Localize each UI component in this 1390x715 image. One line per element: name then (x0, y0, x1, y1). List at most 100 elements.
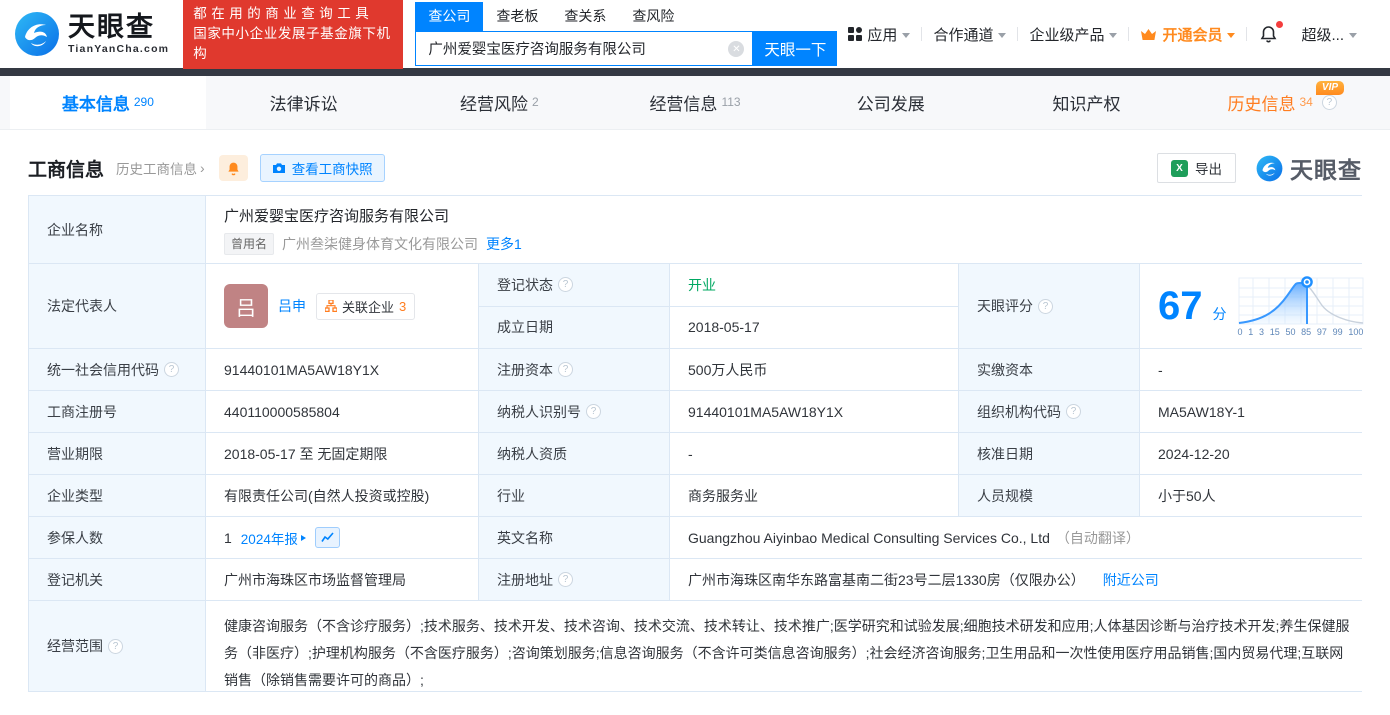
uscc-label: 统一社会信用代码 (29, 349, 205, 390)
search-tab-risk[interactable]: 查风险 (619, 2, 687, 31)
export-button[interactable]: 导出 (1157, 153, 1236, 183)
auto-translate-note: （自动翻译） (1055, 529, 1140, 546)
search-type-tabs: 查公司 查老板 查关系 查风险 (415, 2, 837, 31)
tab-business-info[interactable]: 经营信息 113 (597, 76, 793, 129)
business-snapshot-button[interactable]: 查看工商快照 (259, 154, 385, 182)
nearby-companies-link[interactable]: 附近公司 (1103, 570, 1159, 590)
slogan-line1: 都在用的商业查询工具 (193, 6, 374, 21)
help-icon[interactable] (558, 362, 573, 377)
company-name-label: 企业名称 (29, 196, 205, 263)
nav-cooperation[interactable]: 合作通道 (922, 24, 1017, 45)
company-type-value: 有限责任公司(自然人投资或控股) (206, 475, 478, 516)
tab-count: 290 (133, 94, 154, 109)
bell-icon (1261, 25, 1277, 42)
company-name-cell: 广州爱婴宝医疗咨询服务有限公司 曾用名 广州叁柒健身体育文化有限公司 更多1 (206, 196, 1371, 263)
notification-dot (1276, 20, 1284, 28)
tab-business-risk[interactable]: 经营风险 2 (401, 76, 597, 129)
annual-report-link[interactable]: 2024年报 (241, 528, 306, 548)
former-name-tag: 曾用名 (224, 232, 275, 255)
tab-legal-proceedings[interactable]: 法律诉讼 (206, 76, 402, 129)
nav-open-membership[interactable]: 开通会员 (1129, 24, 1246, 45)
help-icon[interactable] (1038, 298, 1053, 314)
address-value: 广州市海珠区南华东路富基南二街23号二层1330房（仅限办公） (688, 571, 1085, 588)
paid-capital-value: - (1140, 349, 1371, 390)
legal-rep-avatar[interactable]: 吕 (224, 284, 268, 328)
tab-history-info[interactable]: VIP 历史信息 34 (1184, 76, 1380, 129)
top-nav: 应用 合作通道 企业级产品 开通会员 超级... (837, 20, 1368, 45)
industry-label: 行业 (479, 475, 669, 516)
crown-icon (1141, 28, 1157, 40)
status-date-subgrid: 登记状态 开业 成立日期 2018-05-17 (479, 264, 958, 348)
org-code-value: MA5AW18Y-1 (1140, 391, 1371, 432)
help-icon[interactable] (1066, 404, 1081, 419)
nav-super-label: 超级... (1301, 26, 1344, 44)
help-icon[interactable] (558, 572, 573, 587)
chevron-down-icon (1227, 32, 1236, 38)
main-content: 工商信息 历史工商信息 查看工商快照 导出 (0, 130, 1390, 692)
nav-apps-label: 应用 (867, 26, 898, 44)
tab-basic-info[interactable]: 基本信息 290 (10, 76, 206, 129)
business-term-label: 营业期限 (29, 433, 205, 474)
taxpayer-quality-value: - (670, 433, 958, 474)
search-tab-company[interactable]: 查公司 (415, 2, 484, 31)
nav-enterprise-products[interactable]: 企业级产品 (1018, 24, 1128, 45)
apps-grid-icon (848, 27, 863, 41)
help-icon[interactable] (1321, 95, 1337, 110)
help-icon[interactable] (586, 404, 601, 419)
reg-number-label: 工商注册号 (29, 391, 205, 432)
score-label-cell: 天眼评分 (959, 264, 1139, 348)
tab-label: 经营风险 (459, 95, 528, 114)
nav-enterprise-label: 企业级产品 (1029, 26, 1105, 44)
company-type-label: 企业类型 (29, 475, 205, 516)
score-unit: 分 (1212, 306, 1227, 322)
slogan-banner: 都在用的商业查询工具 国家中小企业发展子基金旗下机构 (183, 0, 404, 69)
search-tab-relation[interactable]: 查关系 (551, 2, 619, 31)
chevron-down-icon (902, 32, 911, 38)
reg-status-value: 开业 (688, 276, 716, 293)
nav-super-vip[interactable]: 超级... (1290, 24, 1368, 45)
insured-trend-button[interactable] (314, 527, 340, 548)
english-name: Guangzhou Aiyinbao Medical Consulting Se… (688, 529, 1050, 546)
history-business-info-link[interactable]: 历史工商信息 (116, 158, 205, 178)
line-chart-icon (321, 532, 334, 542)
dark-divider-bar (0, 68, 1390, 76)
search-input[interactable] (415, 31, 754, 66)
reg-number-value: 440110000585804 (206, 391, 478, 432)
score-distribution-chart: 01 3 15 50 85 97 99 100 (1237, 275, 1365, 337)
nav-apps[interactable]: 应用 (837, 24, 921, 45)
former-name: 广州叁柒健身体育文化有限公司 (282, 235, 479, 252)
tab-label: 历史信息 (1227, 95, 1296, 114)
more-former-names-link[interactable]: 更多1 (486, 234, 522, 254)
tianyancha-logo-icon (1256, 155, 1283, 181)
business-info-table: 企业名称 广州爱婴宝医疗咨询服务有限公司 曾用名 广州叁柒健身体育文化有限公司 … (28, 195, 1371, 692)
help-icon[interactable] (558, 277, 573, 293)
related-companies-badge[interactable]: 关联企业 3 (316, 292, 416, 320)
subscribe-bell-button[interactable] (218, 155, 248, 181)
top-header: 天眼查 TianYanCha.com 都在用的商业查询工具 国家中小企业发展子基… (0, 0, 1390, 69)
section-title: 工商信息 (28, 159, 105, 181)
tab-count: 2 (531, 94, 539, 109)
camera-icon (272, 163, 285, 173)
help-icon[interactable] (108, 638, 123, 654)
help-icon[interactable] (164, 362, 179, 377)
search-button[interactable]: 天眼一下 (753, 31, 838, 66)
tab-label: 知识产权 (1052, 95, 1121, 114)
taxpayer-id-value: 91440101MA5AW18Y1X (670, 391, 958, 432)
address-label: 注册地址 (479, 559, 669, 600)
tab-label: 法律诉讼 (269, 95, 338, 114)
staff-size-label: 人员规模 (959, 475, 1139, 516)
tab-label: 基本信息 (61, 95, 130, 114)
tab-intellectual-property[interactable]: 知识产权 (989, 76, 1185, 129)
est-date-label: 成立日期 (479, 306, 669, 348)
nav-membership-label: 开通会员 (1162, 26, 1223, 44)
approval-date-label: 核准日期 (959, 433, 1139, 474)
score-curve (1238, 275, 1363, 324)
logo-name: 天眼查 (68, 11, 155, 42)
legal-rep-name-link[interactable]: 吕申 (278, 296, 306, 316)
tab-company-development[interactable]: 公司发展 (793, 76, 989, 129)
staff-size-value: 小于50人 (1140, 475, 1371, 516)
slogan-line2: 国家中小企业发展子基金旗下机构 (193, 26, 391, 61)
notifications-button[interactable] (1247, 20, 1290, 44)
search-tab-boss[interactable]: 查老板 (483, 2, 551, 31)
tianyancha-logo[interactable]: 天眼查 TianYanCha.com (14, 11, 169, 57)
